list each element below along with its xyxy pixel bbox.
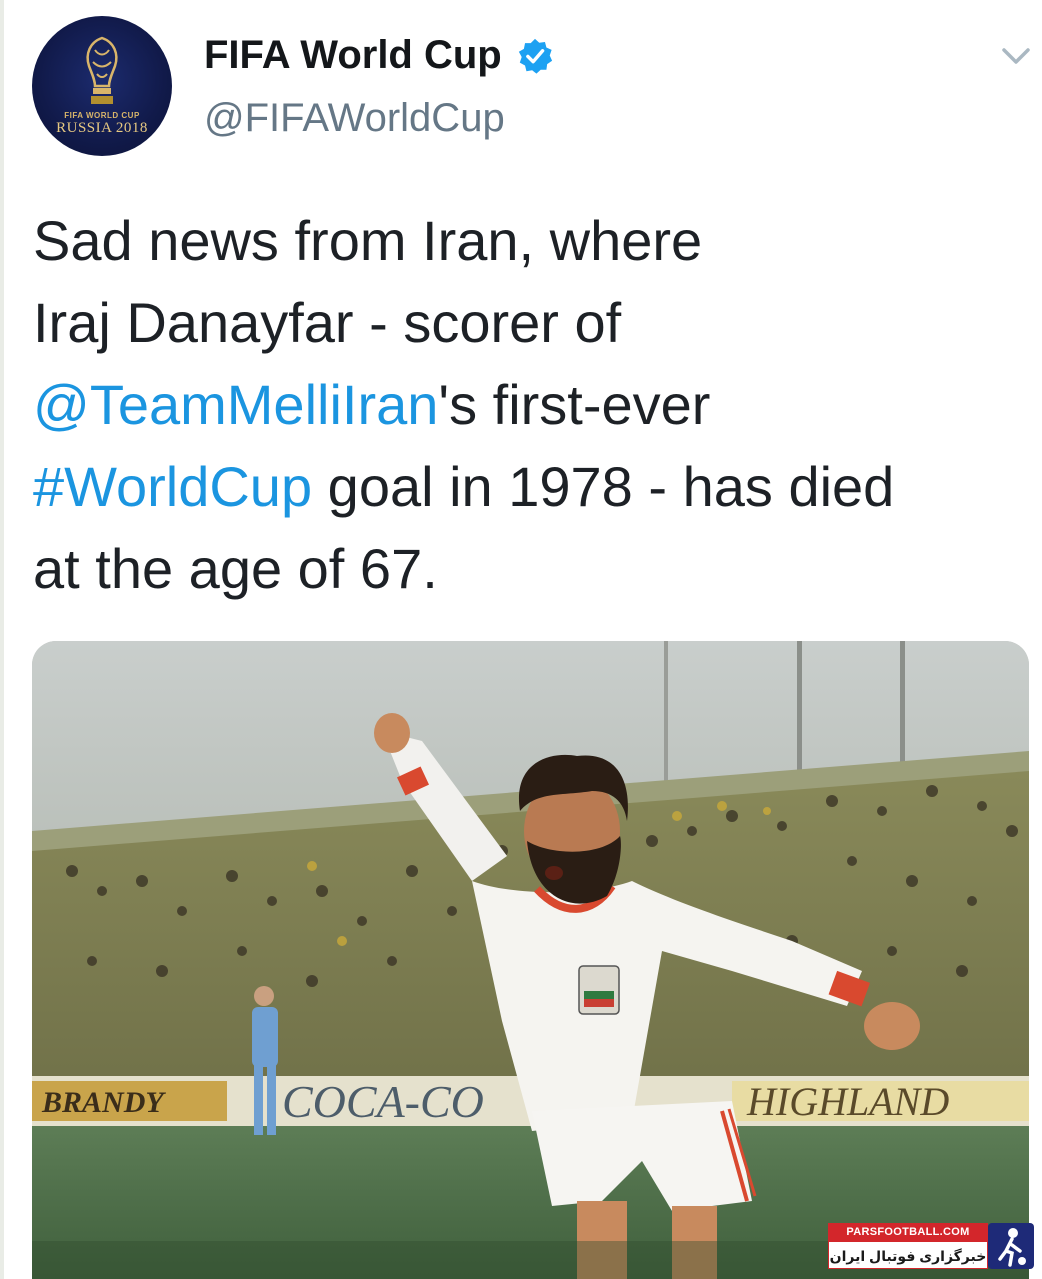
watermark: PARSFOOTBALL.COM خبرگزاری فوتبال ایران (828, 1223, 1036, 1271)
verified-badge-icon (518, 38, 552, 74)
tweet-text-segment: at the age of 67. (33, 537, 438, 600)
mention-link[interactable]: @TeamMelliIran (33, 373, 438, 436)
tweet-screenshot: FIFA WORLD CUP RUSSIA 2018 FIFA World Cu… (0, 0, 1042, 1279)
stadium-photo: BRANDY COCA-CO HIGHLAND (32, 641, 1029, 1279)
watermark-site: PARSFOOTBALL.COM (828, 1223, 988, 1241)
avatar[interactable]: FIFA WORLD CUP RUSSIA 2018 (32, 16, 172, 156)
tweet-text-segment: Iraj Danayfar - scorer of (33, 291, 622, 354)
ad-text-coca: COCA-CO (282, 1076, 484, 1127)
tweet-line: #WorldCup goal in 1978 - has died (33, 446, 1023, 528)
tweet-line: @TeamMelliIran's first-ever (33, 364, 1023, 446)
tweet-text-segment: 's first-ever (438, 373, 711, 436)
display-name[interactable]: FIFA World Cup (204, 33, 554, 78)
hashtag-link[interactable]: #WorldCup (33, 455, 312, 518)
tweet-text-segment: goal in 1978 - has died (312, 455, 895, 518)
world-cup-trophy-icon (86, 36, 118, 104)
left-border (0, 0, 4, 1279)
account-handle[interactable]: @FIFAWorldCup (204, 96, 505, 141)
light-pole (664, 641, 668, 791)
ad-text-brandy: BRANDY (41, 1086, 166, 1119)
ad-text-highland: HIGHLAND (746, 1079, 949, 1124)
tweet-text-segment: Sad news from Iran, where (33, 209, 703, 272)
avatar-small-text: FIFA WORLD CUP (64, 111, 140, 120)
watermark-caption: خبرگزاری فوتبال ایران (828, 1241, 988, 1269)
tweet-line: at the age of 67. (33, 528, 1023, 610)
display-name-text[interactable]: FIFA World Cup (204, 33, 502, 78)
tweet-line: Iraj Danayfar - scorer of (33, 282, 1023, 364)
tweet-photo[interactable]: BRANDY COCA-CO HIGHLAND (32, 641, 1029, 1279)
tweet-line: Sad news from Iran, where (33, 200, 1023, 282)
football-player-icon (988, 1223, 1034, 1269)
chevron-down-icon[interactable] (998, 38, 1034, 74)
avatar-logo-text: RUSSIA 2018 (56, 120, 148, 136)
tweet-text: Sad news from Iran, where Iraj Danayfar … (33, 200, 1023, 610)
